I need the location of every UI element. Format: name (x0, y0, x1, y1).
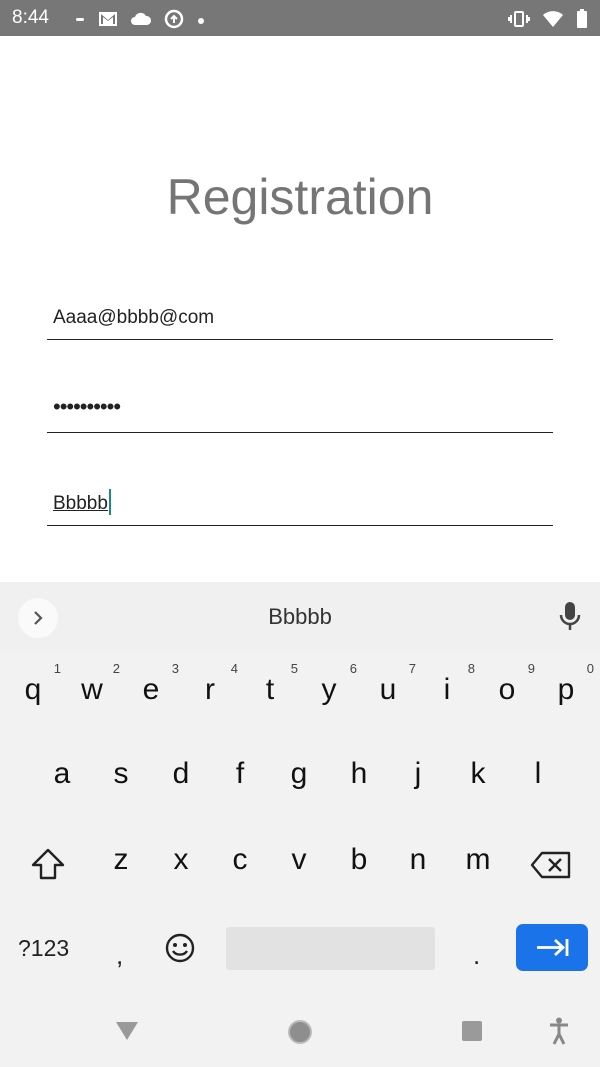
name-field[interactable]: Bbbbb (47, 485, 553, 526)
backspace-key[interactable] (530, 850, 572, 885)
page-title: Registration (166, 169, 434, 225)
key-y[interactable]: y6 (309, 661, 358, 707)
key-hint: 9 (527, 661, 535, 676)
key-w[interactable]: w2 (72, 661, 120, 707)
password-field[interactable]: •••••••••• (47, 392, 553, 433)
name-field-text: Bbbbb (53, 493, 108, 514)
key-m[interactable]: m (458, 843, 498, 877)
backspace-icon (530, 851, 571, 879)
key-hint: 4 (230, 661, 238, 676)
home-icon[interactable] (287, 1019, 313, 1045)
key-v[interactable]: v (279, 843, 319, 877)
shift-icon (31, 848, 65, 880)
key-g[interactable]: g (279, 757, 319, 791)
key-label: r (205, 673, 215, 706)
enter-key[interactable] (516, 924, 588, 971)
key-hint: 6 (349, 661, 357, 676)
mic-icon[interactable] (558, 600, 582, 634)
key-n[interactable]: n (398, 843, 438, 877)
key-d[interactable]: d (161, 757, 201, 791)
key-hint: 2 (112, 661, 120, 676)
shift-key[interactable] (30, 847, 66, 886)
wifi-icon (542, 10, 564, 33)
key-p[interactable]: p0 (546, 661, 594, 707)
key-k[interactable]: k (458, 757, 498, 791)
key-label: w (81, 673, 103, 706)
key-u[interactable]: u7 (368, 661, 416, 707)
key-label: u (379, 673, 397, 706)
key-hint: 5 (290, 661, 298, 676)
comma-key[interactable]: , (116, 940, 123, 971)
key-c[interactable]: c (220, 843, 260, 877)
status-bar: 8:44 (0, 0, 600, 36)
emoji-key[interactable] (164, 932, 196, 969)
status-left-icons (74, 9, 206, 34)
key-l[interactable]: l (518, 757, 558, 791)
key-b[interactable]: b (339, 843, 379, 877)
key-f[interactable]: f (220, 757, 260, 791)
space-key[interactable] (226, 927, 435, 970)
key-x[interactable]: x (161, 843, 201, 877)
battery-icon (576, 9, 588, 34)
email-field[interactable]: Aaaa@bbbb@com (47, 299, 553, 340)
key-label: o (498, 673, 516, 706)
key-j[interactable]: j (398, 757, 438, 791)
notification-dot-icon (74, 10, 86, 33)
dot-icon (196, 13, 206, 31)
key-hint: 1 (53, 661, 61, 676)
name-field-value: Bbbbb (53, 489, 111, 515)
key-hint: 0 (586, 661, 594, 676)
key-o[interactable]: o9 (487, 661, 535, 707)
key-label: i (443, 673, 451, 706)
period-key[interactable]: . (473, 940, 480, 971)
key-hint: 3 (171, 661, 179, 676)
key-label: e (142, 673, 160, 706)
key-s[interactable]: s (101, 757, 141, 791)
key-h[interactable]: h (339, 757, 379, 791)
cloud-icon (130, 11, 152, 32)
key-i[interactable]: i8 (427, 661, 475, 707)
key-t[interactable]: t5 (250, 661, 298, 707)
key-z[interactable]: z (101, 843, 141, 877)
email-field-value: Aaaa@bbbb@com (53, 307, 215, 328)
suggestion-bar: Bbbbb (0, 582, 600, 652)
emoji-icon (165, 933, 195, 963)
text-caret (108, 489, 111, 515)
key-label: y (321, 673, 337, 706)
status-time: 8:44 (12, 7, 49, 28)
sync-icon (164, 9, 184, 34)
tab-arrow-icon (537, 938, 569, 957)
key-e[interactable]: e3 (131, 661, 179, 707)
key-label: t (265, 673, 275, 706)
key-hint: 7 (408, 661, 416, 676)
vibrate-icon (508, 10, 530, 33)
key-r[interactable]: r4 (190, 661, 238, 707)
recents-icon[interactable] (461, 1020, 483, 1042)
symbols-key[interactable]: ?123 (18, 935, 69, 962)
password-field-value: •••••••••• (53, 394, 121, 419)
key-a[interactable]: a (42, 757, 82, 791)
key-hint: 8 (467, 661, 475, 676)
accessibility-icon[interactable] (549, 1017, 569, 1045)
key-label: q (24, 673, 42, 706)
status-right-icons (508, 9, 588, 34)
gmail-icon (98, 11, 118, 32)
navigation-bar (0, 995, 600, 1067)
suggestion-item[interactable]: Bbbbb (0, 604, 600, 630)
back-icon[interactable] (115, 1021, 139, 1041)
key-label: p (557, 673, 575, 706)
key-q[interactable]: q1 (13, 661, 61, 707)
